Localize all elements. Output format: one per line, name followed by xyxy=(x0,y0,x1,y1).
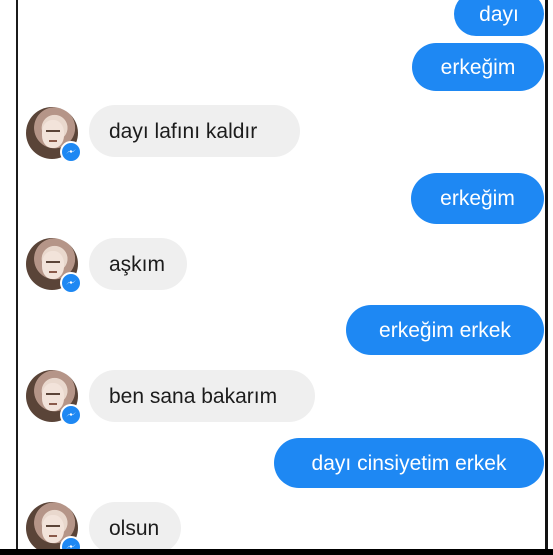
avatar-glasses xyxy=(46,261,60,263)
received-message[interactable]: olsun xyxy=(89,502,181,549)
avatar-glasses xyxy=(46,525,60,527)
avatar-glasses xyxy=(46,130,60,132)
messenger-icon xyxy=(60,404,82,426)
avatar-face xyxy=(42,120,64,148)
sent-message[interactable]: erkeğim xyxy=(411,173,544,224)
avatar-mouth xyxy=(49,271,57,273)
avatar-face xyxy=(42,515,64,543)
sent-message[interactable]: erkeğim erkek xyxy=(346,305,544,355)
messenger-icon xyxy=(60,536,82,549)
messenger-icon xyxy=(60,141,82,163)
sent-message[interactable]: erkeğim xyxy=(412,43,544,91)
avatar-mouth xyxy=(49,140,57,142)
messenger-icon xyxy=(60,272,82,294)
avatar-face xyxy=(42,251,64,279)
chat-thread[interactable]: dayı erkeğim dayı lafını kaldır erkeğim … xyxy=(18,0,545,549)
avatar-face xyxy=(42,383,64,411)
sent-message[interactable]: dayı cinsiyetim erkek xyxy=(274,438,544,488)
avatar-glasses xyxy=(46,393,60,395)
received-message[interactable]: aşkım xyxy=(89,238,187,290)
sent-message[interactable]: dayı xyxy=(454,0,544,36)
screenshot-border-right xyxy=(545,0,548,555)
avatar-mouth xyxy=(49,535,57,537)
received-message[interactable]: ben sana bakarım xyxy=(89,370,315,422)
received-message[interactable]: dayı lafını kaldır xyxy=(89,105,300,157)
avatar-mouth xyxy=(49,403,57,405)
screenshot-border-bottom xyxy=(0,549,553,555)
